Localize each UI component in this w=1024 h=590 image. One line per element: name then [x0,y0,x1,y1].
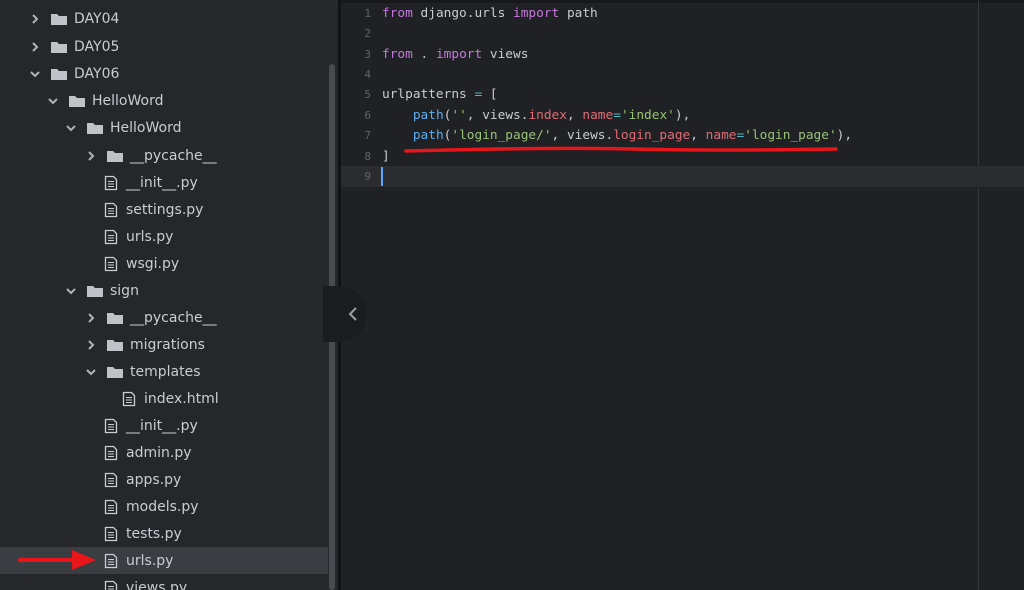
line-number: 6 [364,109,371,122]
code-editor[interactable]: 1 2 3 4 5 6 7 8 9 from django.urls import path f… [341,0,1024,590]
folder-icon [106,310,124,326]
tree-item-label: DAY06 [74,65,120,82]
file-icon [102,445,120,461]
red-arrow-annotation [18,550,96,570]
tree-folder-item[interactable]: __pycache__ [0,142,328,169]
tree-item-label: views.py [126,579,188,590]
chevron-right-icon[interactable] [84,311,98,325]
code-line-1: from django.urls import path [382,6,598,21]
file-icon [120,391,138,407]
text-cursor [381,167,383,186]
red-underline-annotation [404,146,838,153]
line-number: 9 [364,170,371,183]
tree-folder-item[interactable]: DAY06 [0,60,328,87]
tree-item-label: apps.py [126,471,182,488]
tree-item-label: __init__.py [126,174,198,191]
tree-item-label: DAY05 [74,38,120,55]
tree-file-item[interactable]: wsgi.py [0,250,328,277]
tree-folder-item[interactable]: __pycache__ [0,304,328,331]
code-line-8: ] [382,149,390,164]
folder-icon [106,148,124,164]
tree-item-label: models.py [126,498,199,515]
chevron-left-icon [348,307,357,321]
file-icon [102,202,120,218]
file-icon [102,418,120,434]
folder-icon [86,120,104,136]
tree-item-label: settings.py [126,201,204,218]
chevron-right-icon[interactable] [84,338,98,352]
file-icon [102,472,120,488]
file-icon [102,229,120,245]
chevron-down-icon[interactable] [84,365,98,379]
tree-file-item[interactable]: admin.py [0,439,328,466]
chevron-down-icon[interactable] [46,94,60,108]
tree-item-label: __pycache__ [130,309,217,326]
tree-folder-item[interactable]: migrations [0,331,328,358]
folder-icon [50,39,68,55]
tree-file-item[interactable]: apps.py [0,466,328,493]
folder-icon [50,11,68,27]
file-icon [102,175,120,191]
tree-file-item[interactable]: __init__.py [0,412,328,439]
code-line-3: from . import views [382,47,529,62]
line-number: 4 [364,68,371,81]
editor-top-border [341,0,1024,3]
chevron-right-icon[interactable] [28,40,42,54]
folder-icon [106,364,124,380]
active-line-highlight [341,166,1024,187]
line-number: 3 [364,48,371,61]
tree-item-label: __pycache__ [130,147,217,164]
chevron-down-icon[interactable] [28,67,42,81]
chevron-down-icon[interactable] [64,284,78,298]
tree-file-item[interactable]: index.html [0,385,328,412]
tree-folder-item[interactable]: sign [0,277,328,304]
tree-item-label: index.html [144,390,219,407]
tree-item-label: __init__.py [126,417,198,434]
line-number: 1 [364,7,371,20]
folder-icon [106,337,124,353]
tree-item-label: urls.py [126,228,174,245]
tree-item-label: tests.py [126,525,182,542]
line-number: 8 [364,150,371,163]
tree-item-label: templates [130,363,201,380]
tree-item-label: HelloWord [92,92,164,109]
tree-file-item[interactable]: __init__.py [0,169,328,196]
code-line-7: path('login_page/', views.login_page, na… [412,128,853,143]
folder-icon [50,66,68,82]
tree-folder-item[interactable]: DAY04 [0,5,328,32]
file-icon [102,499,120,515]
chevron-right-icon[interactable] [84,149,98,163]
chevron-right-icon[interactable] [28,12,42,26]
code-line-5: urlpatterns = [ [382,87,498,102]
code-line-6: path('', views.index, name='index'), [412,108,691,123]
tree-file-item[interactable]: tests.py [0,520,328,547]
file-icon [102,256,120,272]
tree-item-label: sign [110,282,139,299]
folder-icon [86,283,104,299]
file-icon [102,553,120,569]
tree-file-item[interactable]: settings.py [0,196,328,223]
print-margin-line [978,0,979,590]
tree-item-label: migrations [130,336,205,353]
tree-item-label: wsgi.py [126,255,180,272]
tree-file-item[interactable]: models.py [0,493,328,520]
file-tree-sidebar: DAY04 DAY05 DAY06 HelloWord HelloWord __pycac… [0,0,340,590]
line-number: 5 [364,88,371,101]
tree-file-item[interactable]: urls.py [0,223,328,250]
tree-file-item[interactable]: views.py [0,574,328,590]
line-number: 2 [364,27,371,40]
tree-folder-item[interactable]: HelloWord [0,114,328,141]
tree-item-label: HelloWord [110,119,182,136]
file-icon [102,580,120,590]
tree-item-label: DAY04 [74,10,120,27]
chevron-down-icon[interactable] [64,121,78,135]
tree-item-label: urls.py [126,552,174,569]
file-icon [102,526,120,542]
tree-folder-item[interactable]: DAY05 [0,33,328,60]
tree-folder-item[interactable]: HelloWord [0,87,328,114]
tree-folder-item[interactable]: templates [0,358,328,385]
tree-item-label: admin.py [126,444,192,461]
line-number: 7 [364,129,371,142]
folder-icon [68,93,86,109]
